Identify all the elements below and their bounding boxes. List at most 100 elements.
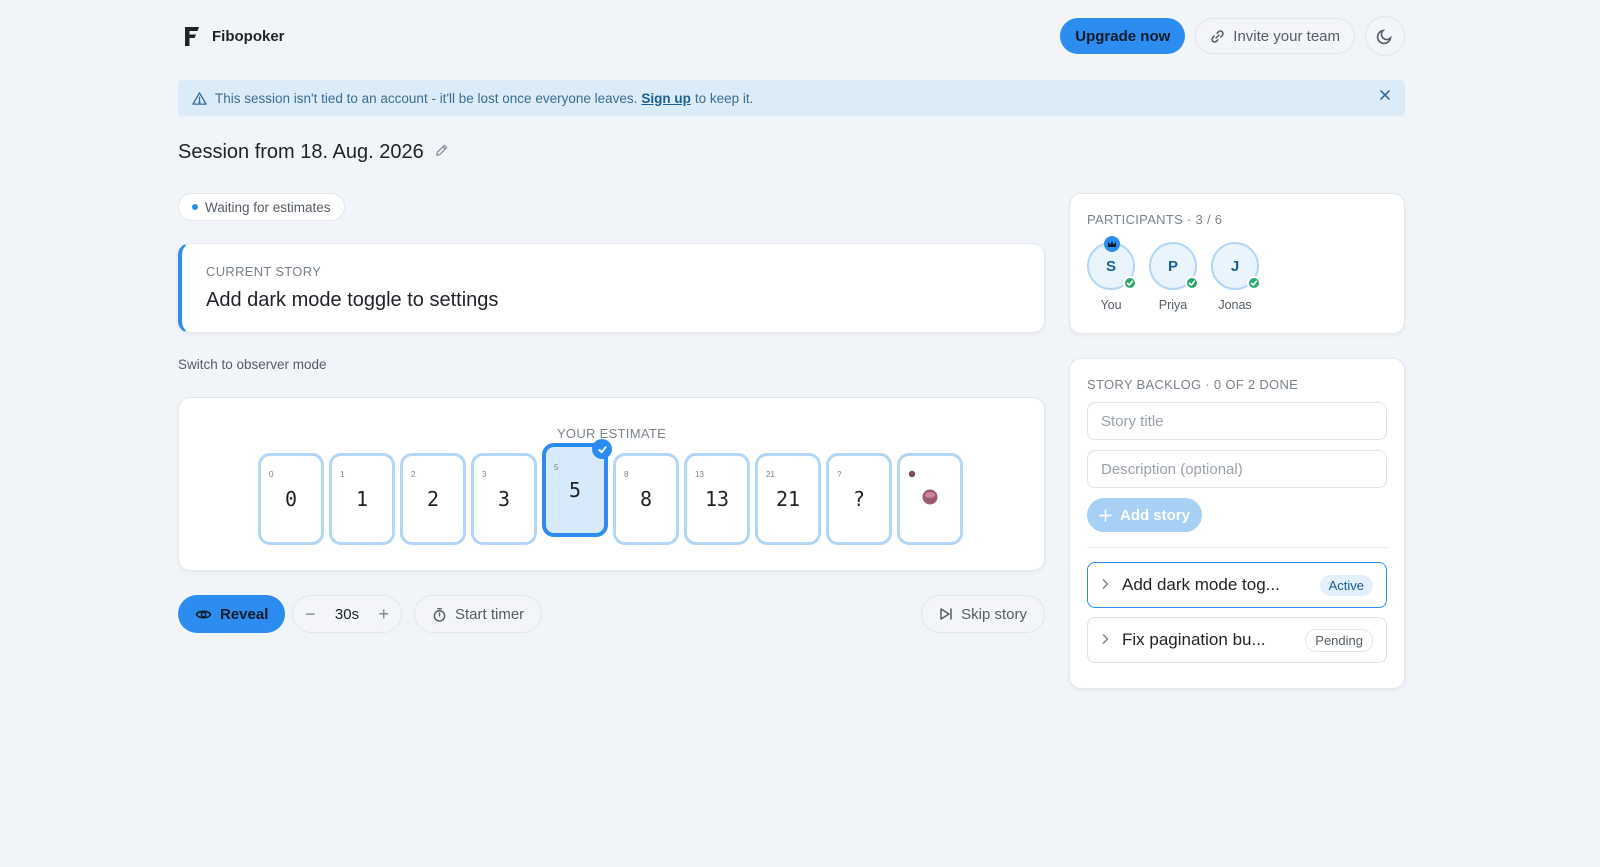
story-status-badge: Pending — [1305, 628, 1373, 652]
card-corner-label: 2 — [411, 470, 416, 479]
backlog-story-item[interactable]: Add dark mode tog... Active — [1087, 562, 1387, 608]
link-icon — [1211, 29, 1224, 43]
sign-up-link[interactable]: Sign up — [641, 91, 691, 106]
banner-text: This session isn't tied to an account - … — [215, 90, 638, 106]
backlog-list: Add dark mode tog... Active Fix pagination… — [1087, 562, 1387, 663]
current-story-card: CURRENT STORY Add dark mode toggle to se… — [178, 243, 1045, 333]
card-value: 2 — [426, 487, 440, 511]
participant-list: S You P Priya J Jonas — [1087, 236, 1387, 312]
close-banner-icon[interactable] — [1379, 89, 1391, 104]
estimate-card[interactable]: 33 — [471, 453, 537, 545]
add-story-button[interactable]: Add story — [1087, 498, 1202, 532]
estimate-card[interactable]: 13 13 — [684, 453, 750, 545]
reveal-label: Reveal — [220, 605, 269, 623]
card-value: 21 — [775, 487, 801, 511]
estimate-card[interactable] — [897, 453, 963, 545]
estimate-card[interactable]: 11 — [329, 453, 395, 545]
fibopoker-logo-icon — [185, 27, 199, 46]
your-estimate-label: YOUR ESTIMATE — [556, 426, 667, 441]
app-name: Fibopoker — [212, 27, 285, 45]
warning-icon — [192, 91, 207, 106]
theme-toggle-button[interactable] — [1365, 16, 1405, 56]
card-corner-label: 8 — [624, 470, 629, 479]
card-value: 1 — [355, 487, 369, 511]
avatar-initial: S — [1105, 257, 1116, 275]
participant: P Priya — [1149, 242, 1199, 312]
card-value: 3 — [497, 487, 511, 511]
skip-icon — [940, 608, 952, 620]
chevron-right-icon[interactable] — [1101, 630, 1110, 650]
estimate-card[interactable]: 00 — [258, 453, 324, 545]
participants-panel: PARTICIPANTS · 3 / 6 S You P Priya J Jonas — [1069, 193, 1405, 334]
session-title-row: Session from 18. Aug. 2026 — [178, 141, 449, 164]
crown-icon — [1104, 236, 1120, 252]
card-corner-label: ? — [837, 470, 842, 479]
card-corner-coffee-icon — [908, 470, 916, 480]
participant-name: You — [1100, 298, 1122, 312]
estimate-card[interactable]: 55 — [542, 439, 612, 537]
voted-check-icon — [1247, 276, 1261, 290]
avatar: J — [1211, 242, 1261, 290]
card-corner-label: 1 — [340, 470, 345, 479]
estimate-card[interactable]: 88 — [613, 453, 679, 545]
participant-name: Jonas — [1218, 298, 1252, 312]
estimate-card[interactable]: 21 21 — [755, 453, 821, 545]
decrease-timer-button[interactable]: − — [305, 604, 316, 625]
estimate-card[interactable]: ?? — [826, 453, 892, 545]
timer-duration-stepper: − 30s + — [292, 595, 402, 633]
reveal-button[interactable]: Reveal — [178, 595, 286, 633]
story-title-input[interactable]: Story title — [1087, 402, 1387, 440]
edit-title-pencil-icon[interactable] — [434, 143, 449, 163]
chevron-right-icon[interactable] — [1101, 575, 1110, 595]
add-story-label: Add story — [1119, 506, 1190, 524]
invite-team-label: Invite your team — [1233, 27, 1340, 45]
participant-name: Priya — [1158, 298, 1188, 312]
skip-story-button[interactable]: Skip story — [921, 595, 1045, 633]
header: Fibopoker Upgrade now Invite your team — [178, 16, 1405, 56]
card-corner-label: 3 — [482, 470, 487, 479]
start-timer-button[interactable]: Start timer — [414, 595, 543, 633]
header-actions: Upgrade now Invite your team — [1060, 16, 1405, 56]
plus-icon — [1099, 508, 1112, 522]
status-text: Waiting for estimates — [205, 199, 331, 215]
backlog-story-title: Add dark mode tog... — [1122, 575, 1280, 594]
status-badge: Waiting for estimates — [178, 193, 345, 221]
avatar: S — [1087, 236, 1137, 290]
observer-mode-toggle[interactable]: Switch to observer mode — [178, 357, 327, 372]
backlog-divider — [1087, 547, 1387, 548]
story-description-input[interactable]: Description (optional) — [1087, 450, 1387, 488]
moon-icon — [1376, 29, 1392, 45]
story-status-badge: Active — [1319, 574, 1373, 596]
estimate-cards: 0 0 1 1 2 2 3 3 5 5 8 8 13 13 21 21?? — [258, 439, 963, 545]
card-value: ? — [852, 487, 866, 511]
stopwatch-icon — [433, 607, 446, 622]
card-value: 8 — [639, 487, 653, 511]
avatar: P — [1149, 242, 1199, 290]
invite-team-button[interactable]: Invite your team — [1195, 18, 1355, 54]
card-value: 0 — [284, 487, 298, 511]
current-story-title: Add dark mode toggle to settings — [206, 289, 499, 311]
story-backlog-panel: STORY BACKLOG · 0 OF 2 DONE Story title … — [1069, 358, 1405, 689]
estimate-deck: YOUR ESTIMATE 0 0 1 1 2 2 3 3 5 5 8 8 13 13 21 21?? — [178, 397, 1045, 571]
upgrade-button[interactable]: Upgrade now — [1060, 18, 1186, 54]
status-dot — [192, 204, 198, 210]
logo[interactable]: Fibopoker — [182, 24, 285, 48]
card-corner-label: 5 — [554, 463, 559, 472]
backlog-story-item[interactable]: Fix pagination bu... Pending — [1087, 617, 1387, 663]
start-timer-label: Start timer — [455, 605, 525, 623]
action-bar: Reveal − 30s + Start timer Skip story — [178, 594, 1045, 634]
timer-duration-value: 30s — [334, 605, 360, 623]
coffee-icon — [920, 487, 940, 512]
card-corner-label: 13 — [695, 470, 704, 479]
account-warning-banner: This session isn't tied to an account - … — [178, 80, 1405, 116]
voted-check-icon — [1123, 276, 1137, 290]
backlog-heading: STORY BACKLOG · 0 OF 2 DONE — [1087, 377, 1299, 392]
increase-timer-button[interactable]: + — [378, 604, 389, 625]
participant: S You — [1087, 236, 1137, 312]
eye-icon — [195, 610, 212, 618]
card-corner-label: 0 — [269, 470, 274, 479]
estimate-card[interactable]: 22 — [400, 453, 466, 545]
app-root: Fibopoker Upgrade now Invite your team T… — [178, 0, 1405, 867]
skip-story-label: Skip story — [961, 605, 1027, 623]
card-value: 13 — [704, 487, 730, 511]
